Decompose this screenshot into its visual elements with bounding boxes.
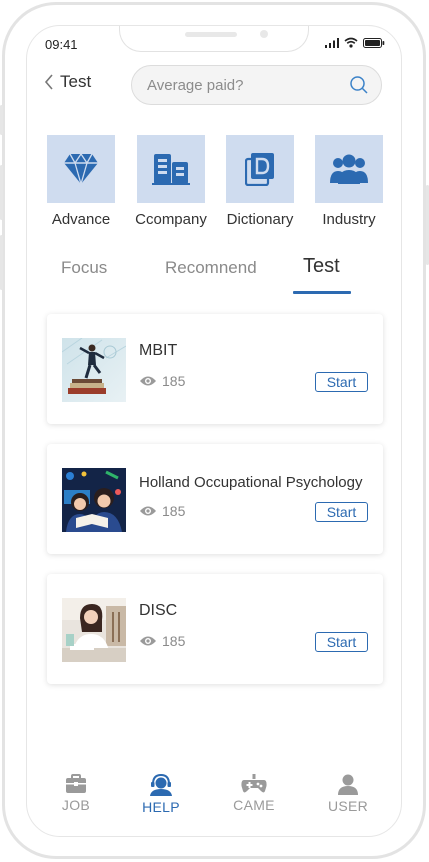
briefcase-icon	[66, 774, 86, 793]
helper-icon	[150, 774, 172, 796]
category-ccompany[interactable]: Ccompany	[126, 135, 216, 228]
start-button[interactable]: Start	[315, 372, 368, 392]
status-icons	[325, 37, 385, 48]
category-label: Ccompany	[135, 211, 207, 228]
category-label: Dictionary	[226, 211, 294, 228]
diamond-icon	[64, 153, 98, 185]
category-tile	[226, 135, 294, 203]
view-count: 185	[139, 373, 185, 389]
back-label: Test	[60, 72, 92, 91]
category-dictionary[interactable]: Dictionary	[215, 135, 305, 228]
views-count: 185	[162, 373, 186, 389]
nav-user[interactable]: USER	[308, 774, 388, 814]
category-advance[interactable]: Advance	[36, 135, 126, 228]
wifi-icon	[344, 37, 358, 48]
test-title: DISC	[139, 602, 178, 619]
tab-recommend[interactable]: Recomnend	[165, 258, 257, 278]
eye-icon	[140, 506, 156, 516]
nav-job[interactable]: JOB	[36, 774, 116, 813]
students-thumbnail	[62, 468, 126, 532]
category-label: Advance	[51, 211, 111, 228]
woman-desk-thumbnail	[62, 598, 126, 662]
notch	[119, 26, 309, 52]
camera	[260, 30, 268, 38]
nav-label: HELP	[142, 799, 180, 815]
nav-came[interactable]: CAME	[214, 774, 294, 813]
building-icon	[152, 154, 190, 185]
category-tile	[315, 135, 383, 203]
group-icon	[330, 154, 368, 184]
view-count: 185	[139, 503, 185, 519]
views-count: 185	[162, 633, 186, 649]
start-button[interactable]: Start	[315, 632, 368, 652]
category-industry[interactable]: Industry	[304, 135, 394, 228]
battery-icon	[363, 37, 385, 48]
back-button[interactable]: Test	[44, 72, 91, 92]
category-label: Industry	[322, 211, 376, 228]
user-icon	[338, 774, 358, 795]
nav-label: USER	[327, 798, 369, 814]
active-tab-indicator	[293, 291, 351, 294]
nav-label: JOB	[61, 797, 91, 813]
phone-side-button	[0, 235, 3, 290]
test-thumbnail	[62, 598, 126, 662]
businessman-thumbnail	[62, 338, 126, 402]
nav-label: CAME	[233, 797, 275, 813]
speaker	[185, 32, 237, 37]
dictionary-icon	[245, 153, 274, 186]
views-count: 185	[162, 503, 186, 519]
test-thumbnail	[62, 468, 126, 532]
bottom-nav: JOB HELP CAME USER	[27, 766, 401, 836]
eye-icon	[140, 636, 156, 646]
content-tabs: Focus Recomnend Test	[27, 255, 401, 298]
nav-help[interactable]: HELP	[121, 774, 201, 815]
signal-icon	[325, 37, 339, 48]
test-card[interactable]: Holland Occupational Psychology 185 Star…	[47, 444, 383, 554]
status-time: 09:41	[45, 37, 78, 52]
category-tile	[47, 135, 115, 203]
phone-side-button	[0, 105, 3, 135]
start-button[interactable]: Start	[315, 502, 368, 522]
category-tile	[137, 135, 205, 203]
test-card[interactable]: MBIT 185 Start	[47, 314, 383, 424]
gamepad-icon	[241, 774, 267, 793]
search-input[interactable]	[147, 76, 349, 94]
eye-icon	[140, 376, 156, 386]
test-thumbnail	[62, 338, 126, 402]
category-grid: Advance Ccompany Dictionary Industry	[27, 135, 401, 231]
tab-test[interactable]: Test	[303, 255, 340, 278]
test-title: Holland Occupational Psychology	[139, 474, 363, 491]
chevron-left-icon	[44, 74, 53, 90]
phone-screen: 09:41 Test Average paid? Advance Ccompan…	[26, 25, 402, 837]
phone-side-button	[0, 165, 3, 220]
view-count: 185	[139, 633, 185, 649]
search-icon[interactable]	[349, 75, 369, 95]
search-bar[interactable]	[131, 65, 382, 105]
test-title: MBIT	[139, 342, 178, 359]
tab-focus[interactable]: Focus	[61, 258, 107, 278]
test-card[interactable]: DISC 185 Start	[47, 574, 383, 684]
